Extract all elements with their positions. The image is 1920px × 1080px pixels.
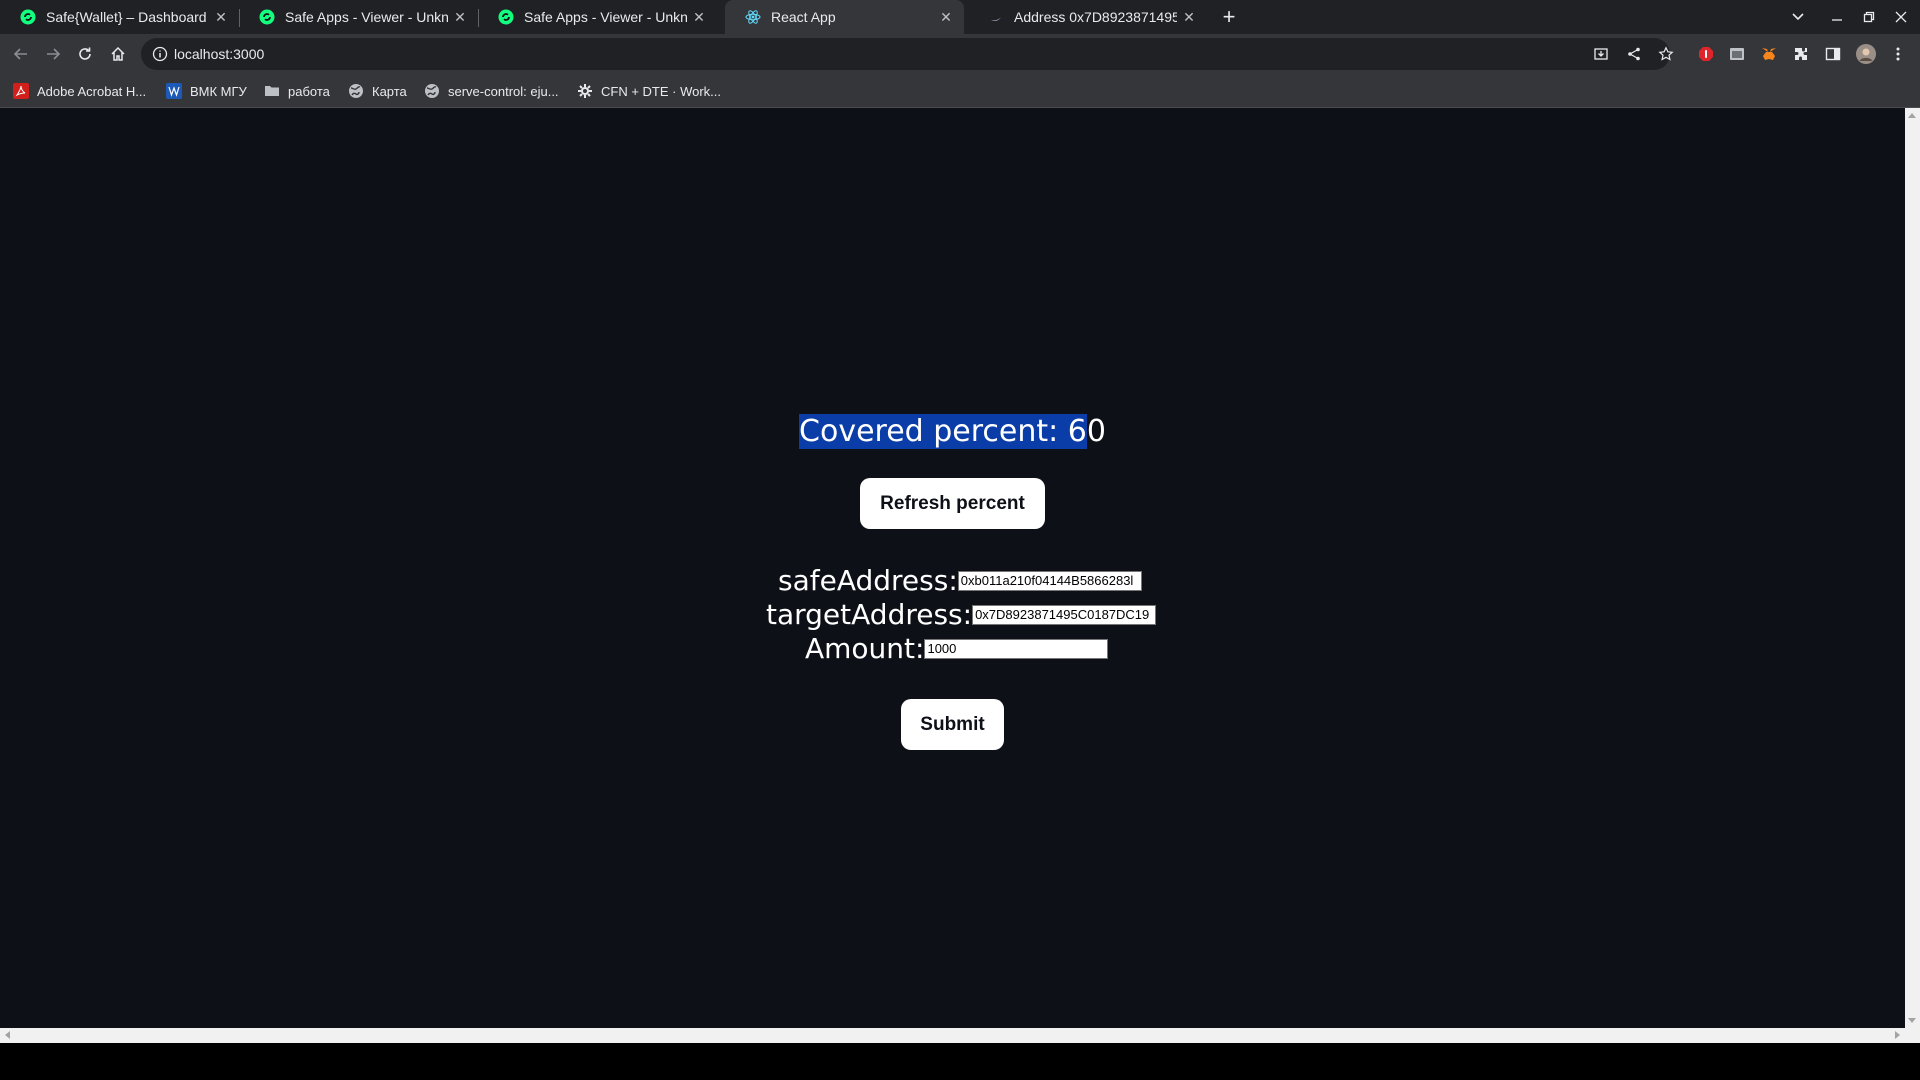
safe-address-row: safeAddress: [778,564,1142,597]
target-address-input[interactable] [972,604,1157,625]
scroll-down-arrow[interactable] [1908,1018,1916,1023]
scroll-right-arrow[interactable] [1895,1031,1900,1039]
bookmark-karta[interactable]: Карта [348,82,407,100]
bookmark-serve-control[interactable]: serve-control: eju... [424,82,559,100]
bookmark-cfn-dte[interactable]: CFN + DTE · Work... [577,82,721,100]
tab-strip: Safe{Wallet} – Dashboard ✕ Safe Apps - V… [0,0,1920,34]
bookmark-folder-rabota[interactable]: работа [264,82,330,100]
covered-percent-text: Covered percent: 60 [0,414,1905,449]
bookmark-label: работа [288,83,330,99]
horizontal-scrollbar[interactable] [0,1028,1920,1043]
extension-adblock-icon[interactable] [1696,44,1716,64]
share-icon[interactable] [1624,44,1644,64]
extensions-puzzle-icon[interactable] [1791,44,1811,64]
install-app-icon[interactable] [1591,44,1611,64]
amount-row: Amount: [805,632,1109,665]
bookmark-label: Карта [372,83,407,99]
close-tab-icon[interactable]: ✕ [687,9,711,26]
amount-label: Amount: [805,632,925,665]
bookmark-label: Adobe Acrobat H... [37,83,147,99]
tab-title: Address 0x7D8923871495C01 [1014,9,1177,25]
close-window-button[interactable] [1884,0,1918,34]
tab-react-app[interactable]: React App ✕ [725,0,964,34]
close-tab-icon[interactable]: ✕ [934,9,958,26]
tab-search-button[interactable] [1781,0,1815,34]
safe-icon [498,9,514,25]
side-panel-icon[interactable] [1823,44,1843,64]
close-tab-icon[interactable]: ✕ [448,9,472,26]
tab-safe-dashboard[interactable]: Safe{Wallet} – Dashboard ✕ [0,0,239,34]
vmk-icon [166,83,182,99]
folder-icon [264,83,280,99]
safe-icon [259,9,275,25]
info-icon[interactable] [152,46,168,62]
gear-icon [577,83,593,99]
more-menu-icon[interactable] [1888,44,1908,64]
home-button[interactable] [104,40,132,68]
tab-safe-apps-2[interactable]: Safe Apps - Viewer - Unknown ✕ [478,0,717,34]
safe-address-label: safeAddress: [778,564,958,597]
close-tab-icon[interactable]: ✕ [1177,9,1201,26]
forward-button[interactable] [39,40,67,68]
new-tab-button[interactable]: + [1215,3,1243,31]
vertical-scrollbar[interactable] [1905,108,1920,1028]
extension-metamask-icon[interactable] [1759,44,1779,64]
scroll-left-arrow[interactable] [5,1031,10,1039]
profile-avatar[interactable] [1856,44,1876,64]
tab-title: Safe Apps - Viewer - Unknown [524,9,687,25]
safe-address-input[interactable] [957,570,1142,591]
acrobat-icon [13,83,29,99]
globe-icon [424,83,440,99]
globe-icon [348,83,364,99]
moon-icon [988,9,1004,25]
bookmark-acrobat[interactable]: Adobe Acrobat H... [13,82,146,100]
react-icon [745,9,761,25]
bookmark-label: serve-control: eju... [448,83,559,99]
bookmark-label: CFN + DTE · Work... [601,83,722,99]
bookmark-star-icon[interactable] [1656,44,1676,64]
target-address-row: targetAddress: [766,598,1157,631]
browser-toolbar: localhost:3000 [0,34,1920,74]
refresh-percent-button[interactable]: Refresh percent [860,478,1045,529]
tab-title: Safe{Wallet} – Dashboard [46,9,207,25]
restore-button[interactable] [1852,0,1886,34]
reload-button[interactable] [71,40,99,68]
extension-screenshot-icon[interactable] [1727,44,1747,64]
safe-icon [20,9,36,25]
scroll-up-arrow[interactable] [1908,113,1916,118]
tab-title: Safe Apps - Viewer - Unknown [285,9,448,25]
bookmarks-bar: Adobe Acrobat H... ВМК МГУ работа Карта … [0,74,1920,108]
amount-input[interactable] [924,638,1109,659]
bookmark-vmk[interactable]: ВМК МГУ [166,82,247,100]
tab-safe-apps-1[interactable]: Safe Apps - Viewer - Unknown ✕ [239,0,478,34]
close-tab-icon[interactable]: ✕ [209,9,233,26]
submit-button[interactable]: Submit [901,699,1004,750]
tab-title: React App [771,9,836,25]
url-text: localhost:3000 [174,46,265,62]
selected-text: Covered percent: 6 [799,414,1087,449]
address-bar[interactable]: localhost:3000 [141,38,1674,70]
tab-address[interactable]: Address 0x7D8923871495C01 ✕ [968,0,1207,34]
minimize-button[interactable] [1820,0,1854,34]
bookmark-label: ВМК МГУ [190,83,247,99]
bottom-bar [0,1043,1920,1080]
covered-percent-rest: 0 [1086,414,1106,449]
target-address-label: targetAddress: [766,598,973,631]
back-button[interactable] [7,40,35,68]
